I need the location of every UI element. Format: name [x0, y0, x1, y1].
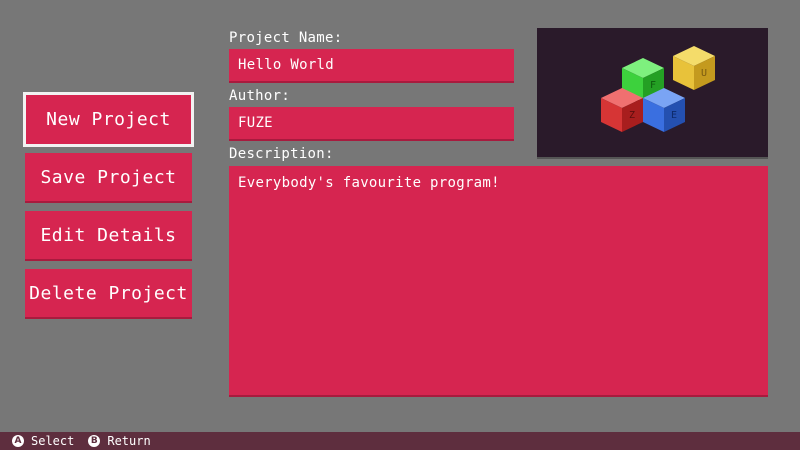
footer-hints-bar: A Select B Return: [0, 432, 800, 450]
project-name-field[interactable]: Hello World: [229, 49, 514, 83]
new-project-button[interactable]: New Project: [23, 92, 194, 147]
description-label: Description:: [229, 146, 334, 162]
fuze-blocks-icon: U F Z E: [601, 46, 715, 132]
fuze-logo: U F Z E: [537, 28, 768, 159]
b-button-icon: B: [88, 435, 101, 447]
logo-letter-e: E: [671, 110, 677, 121]
project-name-label: Project Name:: [229, 30, 343, 46]
description-field[interactable]: Everybody's favourite program!: [229, 166, 768, 397]
hint-select: A Select: [12, 434, 74, 448]
hint-return-label: Return: [107, 434, 151, 448]
a-button-icon: A: [12, 435, 24, 447]
author-field[interactable]: FUZE: [229, 107, 514, 141]
delete-project-button[interactable]: Delete Project: [25, 269, 192, 319]
hint-return: B Return: [88, 434, 151, 448]
hint-select-label: Select: [31, 434, 75, 448]
author-label: Author:: [229, 88, 291, 104]
logo-letter-u: U: [701, 68, 707, 79]
edit-details-button[interactable]: Edit Details: [25, 211, 192, 261]
save-project-button[interactable]: Save Project: [25, 153, 192, 203]
logo-letter-f: F: [650, 80, 656, 91]
logo-letter-z: Z: [629, 110, 635, 121]
logo-block-u: U: [673, 46, 715, 90]
